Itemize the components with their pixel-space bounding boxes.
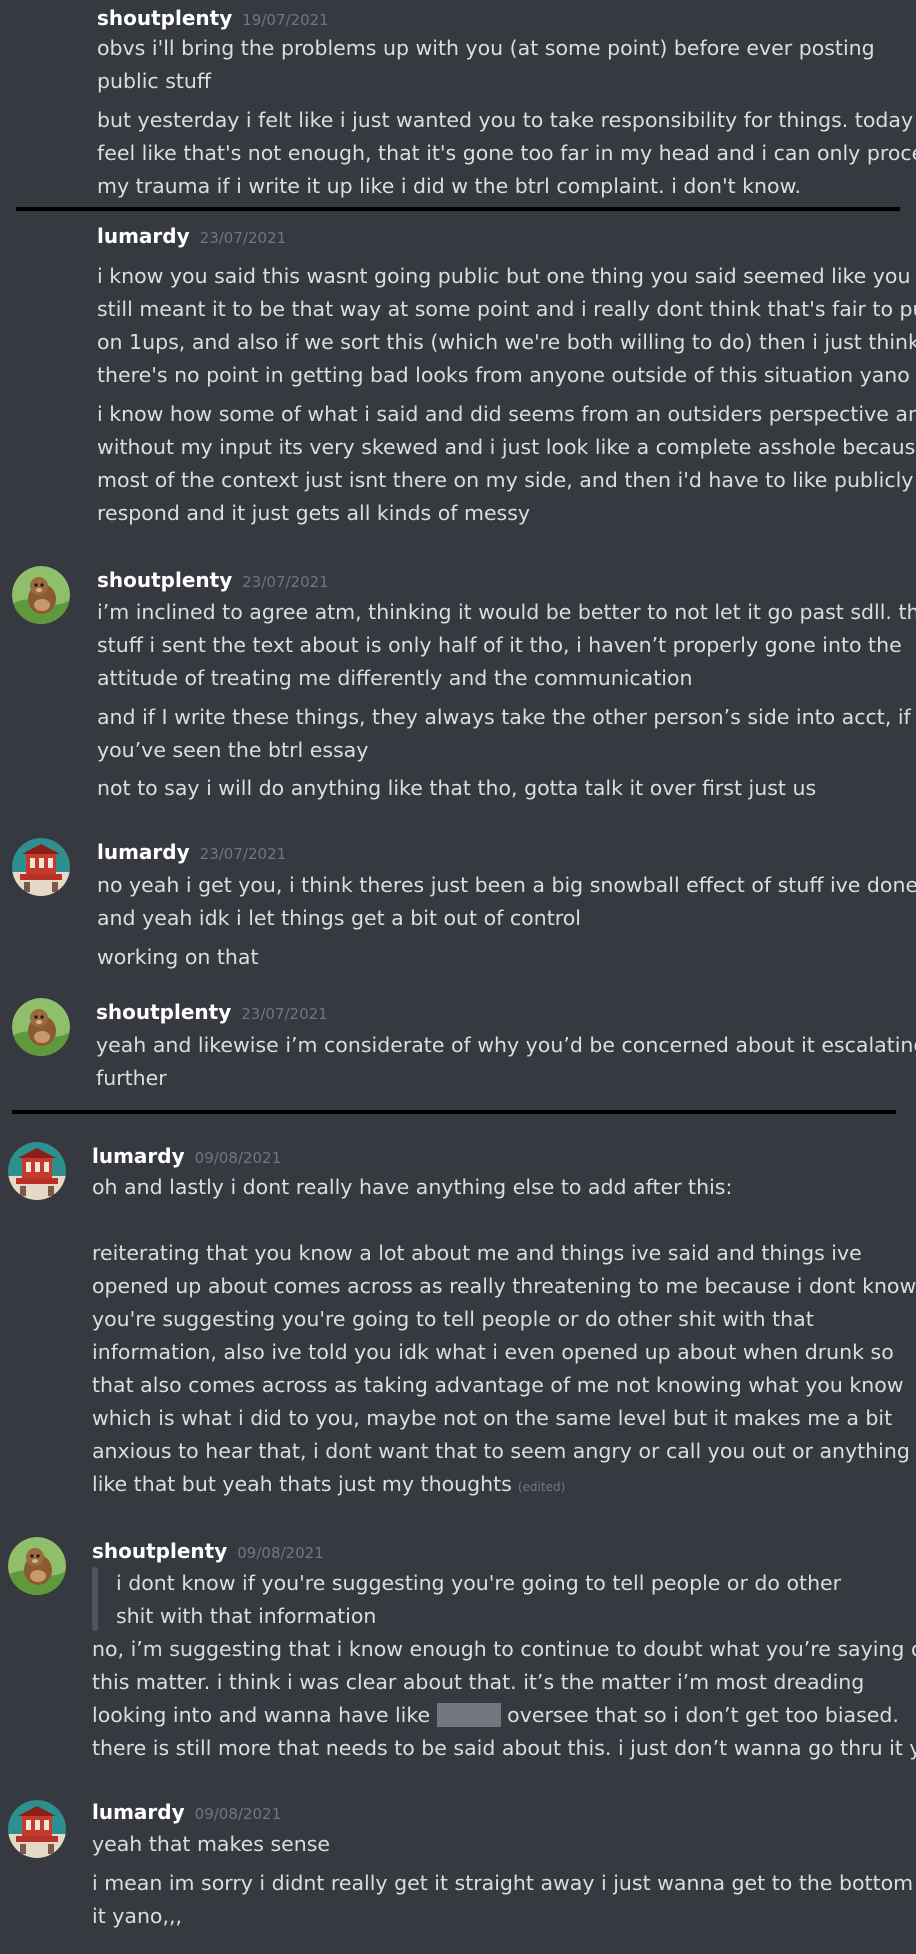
message-text: yeah that makes sense: [92, 1832, 331, 1856]
message-header: lumardy 09/08/2021: [92, 1142, 281, 1172]
message-text-content: like that but yeah thats just my thought…: [92, 1472, 512, 1496]
timestamp[interactable]: 19/07/2021: [242, 11, 328, 29]
username[interactable]: shoutplenty: [96, 1000, 231, 1024]
message-text: further: [96, 1066, 167, 1090]
message-text: there's no point in getting bad looks fr…: [97, 363, 910, 387]
username[interactable]: shoutplenty: [97, 568, 232, 592]
temple-avatar-icon: [8, 1800, 66, 1858]
message-text: attitude of treating me differently and …: [97, 666, 693, 690]
message-text: i know you said this wasnt going public …: [97, 264, 911, 288]
message-text: not to say i will do anything like that …: [97, 776, 817, 800]
message-text: still meant it to be that way at some po…: [97, 297, 916, 321]
message-text: on 1ups, and also if we sort this (which…: [97, 330, 916, 354]
message-header: lumardy 23/07/2021: [97, 222, 286, 252]
message-text: obvs i'll bring the problems up with you…: [97, 36, 875, 60]
blockquote-bar: [92, 1567, 98, 1631]
message-text: working on that: [97, 945, 259, 969]
message-text-content: oversee that so i don’t get too biased.: [507, 1703, 899, 1727]
message-text: without my input its very skewed and i j…: [97, 435, 916, 459]
otter-plush-avatar-icon: [8, 1537, 66, 1595]
avatar[interactable]: [8, 1537, 66, 1595]
username[interactable]: shoutplenty: [92, 1539, 227, 1563]
username[interactable]: lumardy: [97, 224, 190, 248]
divider-line: [16, 207, 900, 211]
message-text-content: looking into and wanna have like: [92, 1703, 431, 1727]
timestamp[interactable]: 23/07/2021: [242, 573, 328, 591]
message-text: and if I write these things, they always…: [97, 705, 911, 729]
message-text: my trauma if i write it up like i did w …: [97, 174, 801, 198]
temple-avatar-icon: [8, 1142, 66, 1200]
redacted-block: [436, 1703, 501, 1727]
message-header: shoutplenty 09/08/2021: [92, 1537, 324, 1567]
message-header: lumardy 09/08/2021: [92, 1798, 281, 1828]
otter-plush-avatar-icon: [12, 566, 70, 624]
message-text: you’ve seen the btrl essay: [97, 738, 369, 762]
message-text: there is still more that needs to be sai…: [92, 1736, 916, 1760]
message-text: oh and lastly i dont really have anythin…: [92, 1175, 733, 1199]
message-header: shoutplenty 23/07/2021: [96, 998, 328, 1028]
message-text: anxious to hear that, i dont want that t…: [92, 1439, 910, 1463]
timestamp[interactable]: 09/08/2021: [237, 1544, 323, 1562]
username[interactable]: lumardy: [97, 840, 190, 864]
message-text: you're suggesting you're going to tell p…: [92, 1307, 814, 1331]
message-text: no yeah i get you, i think theres just b…: [97, 873, 916, 897]
temple-avatar-icon: [12, 838, 70, 896]
avatar[interactable]: [12, 838, 70, 896]
message-text: yeah and likewise i’m considerate of why…: [96, 1033, 916, 1057]
message-text: this matter. i think i was clear about t…: [92, 1670, 865, 1694]
message-text: information, also ive told you idk what …: [92, 1340, 894, 1364]
message-text: but yesterday i felt like i just wanted …: [97, 108, 916, 132]
avatar[interactable]: [12, 566, 70, 624]
otter-plush-avatar-icon: [12, 998, 70, 1056]
timestamp[interactable]: 09/08/2021: [195, 1805, 281, 1823]
message-text: stuff i sent the text about is only half…: [97, 633, 902, 657]
message-text: and yeah idk i let things get a bit out …: [97, 906, 581, 930]
timestamp[interactable]: 09/08/2021: [195, 1149, 281, 1167]
timestamp[interactable]: 23/07/2021: [200, 229, 286, 247]
timestamp[interactable]: 23/07/2021: [241, 1005, 327, 1023]
username[interactable]: lumardy: [92, 1800, 185, 1824]
message-text: i know how some of what i said and did s…: [97, 402, 916, 426]
divider-line: [12, 1110, 896, 1114]
avatar[interactable]: [8, 1800, 66, 1858]
quote-text: i dont know if you're suggesting you're …: [116, 1571, 842, 1595]
message-text: reiterating that you know a lot about me…: [92, 1241, 862, 1265]
message-text: most of the context just isnt there on m…: [97, 468, 914, 492]
message-header: shoutplenty 23/07/2021: [97, 566, 329, 596]
message-text: public stuff: [97, 69, 212, 93]
avatar[interactable]: [12, 998, 70, 1056]
message-text: like that but yeah thats just my thought…: [92, 1468, 565, 1504]
message-text: feel like that's not enough, that it's g…: [97, 141, 916, 165]
username[interactable]: lumardy: [92, 1144, 185, 1168]
message-text: it yano,,,: [92, 1904, 183, 1928]
message-header: shoutplenty 19/07/2021: [97, 4, 329, 34]
avatar[interactable]: [8, 1142, 66, 1200]
message-text: i’m inclined to agree atm, thinking it w…: [97, 600, 916, 624]
message-header: lumardy 23/07/2021: [97, 838, 286, 868]
message-text: looking into and wanna have like oversee…: [92, 1699, 899, 1732]
message-text: i mean im sorry i didnt really get it st…: [92, 1871, 916, 1895]
message-text: opened up about comes across as really t…: [92, 1274, 916, 1298]
quote-text: shit with that information: [116, 1604, 377, 1628]
message-text: respond and it just gets all kinds of me…: [97, 501, 531, 525]
edited-marker: (edited): [517, 1480, 566, 1494]
message-text: no, i’m suggesting that i know enough to…: [92, 1637, 916, 1661]
message-text: that also comes across as taking advanta…: [92, 1373, 904, 1397]
message-text: which is what i did to you, maybe not on…: [92, 1406, 893, 1430]
username[interactable]: shoutplenty: [97, 6, 232, 30]
timestamp[interactable]: 23/07/2021: [200, 845, 286, 863]
